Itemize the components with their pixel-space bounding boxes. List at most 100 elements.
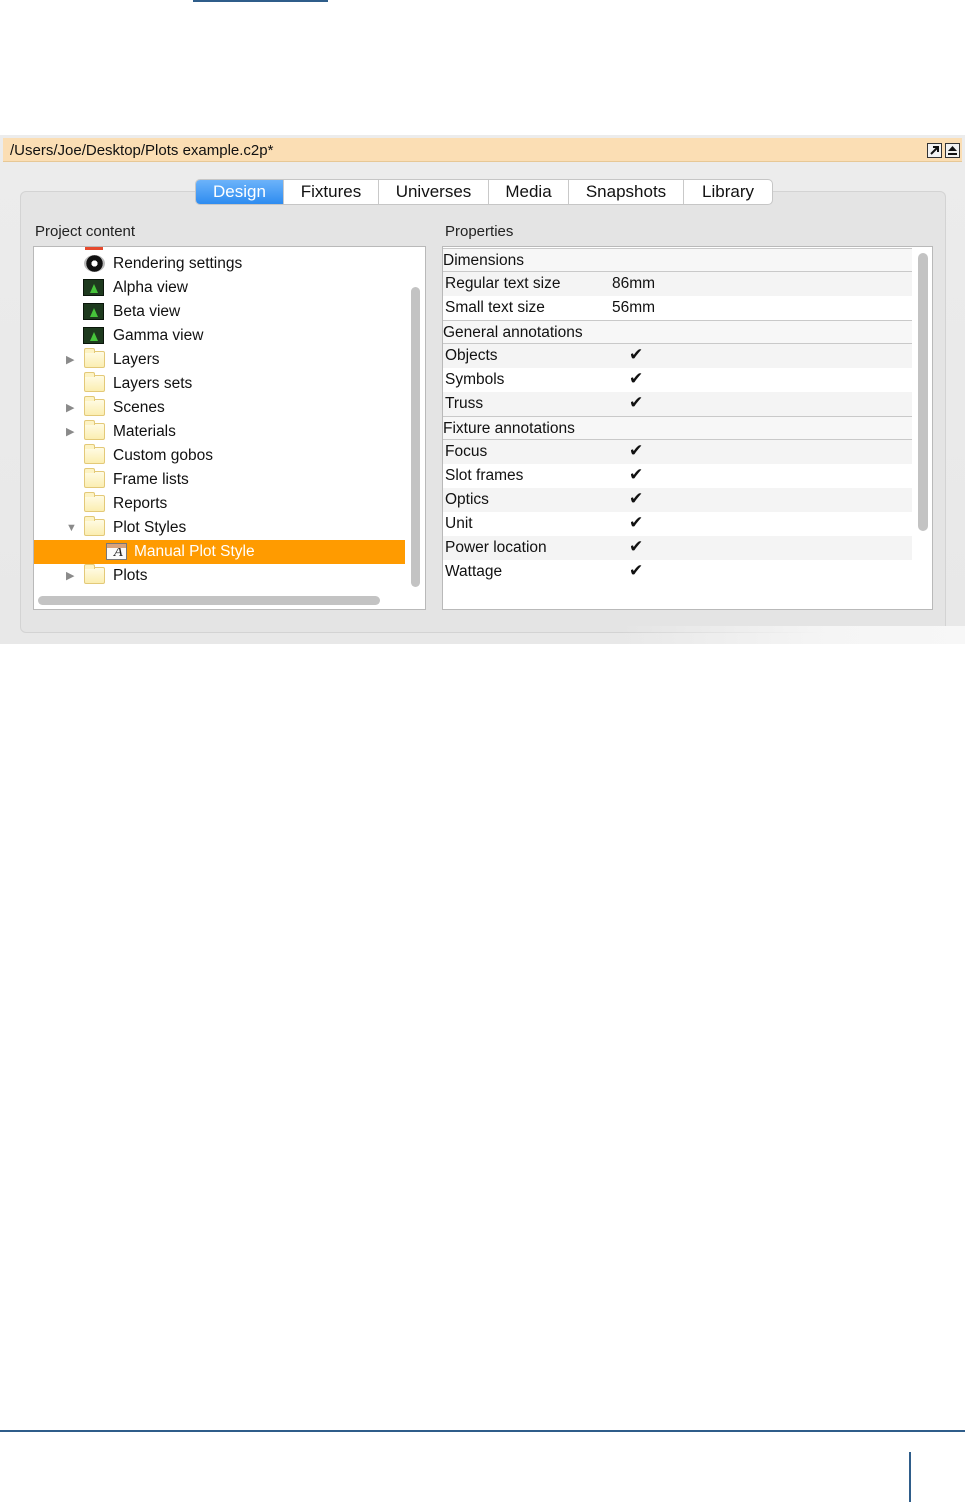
tree-item-frame-lists[interactable]: Frame lists xyxy=(34,468,405,492)
group-label: Fixture annotations xyxy=(443,420,575,437)
folder-icon xyxy=(84,492,105,512)
tree-item-plot-styles[interactable]: ▼ Plot Styles xyxy=(34,516,405,540)
group-label: General annotations xyxy=(443,324,583,341)
checkmark-icon[interactable]: ✔ xyxy=(629,369,643,389)
disclosure-right-icon[interactable]: ▶ xyxy=(66,426,78,438)
tree-item-custom-gobos[interactable]: Custom gobos xyxy=(34,444,405,468)
property-name: Unit xyxy=(445,515,473,532)
property-group-general-annotations: General annotations xyxy=(443,320,912,344)
checkmark-icon[interactable]: ✔ xyxy=(629,561,643,581)
rendering-settings-icon xyxy=(84,255,105,272)
tab-design[interactable]: Design xyxy=(196,180,284,204)
property-row-optics[interactable]: Optics ✔ xyxy=(443,488,912,512)
properties-vertical-scrollbar[interactable] xyxy=(918,253,928,531)
folder-icon xyxy=(84,516,105,536)
property-name: Regular text size xyxy=(445,275,561,292)
view-icon xyxy=(83,279,104,296)
folder-icon xyxy=(84,348,105,368)
view-icon xyxy=(83,303,104,320)
eject-icon[interactable] xyxy=(945,143,960,158)
tree-item-label: Reports xyxy=(113,495,168,512)
page-number-separator xyxy=(909,1452,911,1502)
property-name: Power location xyxy=(445,539,547,556)
property-name: Symbols xyxy=(445,371,505,388)
property-group-dimensions: Dimensions xyxy=(443,248,912,272)
tab-snapshots[interactable]: Snapshots xyxy=(569,180,684,204)
tab-fixtures[interactable]: Fixtures xyxy=(284,180,379,204)
checkmark-icon[interactable]: ✔ xyxy=(629,393,643,413)
checkmark-icon[interactable]: ✔ xyxy=(629,537,643,557)
tree-item-rendering-settings[interactable]: Rendering settings xyxy=(34,252,405,276)
property-name: Objects xyxy=(445,347,498,364)
tree-item-plots[interactable]: ▶ Plots xyxy=(34,564,405,588)
tree-horizontal-scrollbar[interactable] xyxy=(38,596,380,605)
tree-item-gamma-view[interactable]: Gamma view xyxy=(34,324,405,348)
folder-icon xyxy=(84,396,105,416)
property-row-focus[interactable]: Focus ✔ xyxy=(443,440,912,464)
tree-item-materials[interactable]: ▶ Materials xyxy=(34,420,405,444)
checkmark-icon[interactable]: ✔ xyxy=(629,465,643,485)
tree-item-label: Rendering settings xyxy=(113,255,243,272)
tree-item-label: Layers sets xyxy=(113,375,193,392)
properties-heading: Properties xyxy=(445,223,514,240)
app-window: /Users/Joe/Desktop/Plots example.c2p* De… xyxy=(0,135,965,644)
property-name: Truss xyxy=(445,395,484,412)
view-icon xyxy=(83,327,104,344)
property-row-small-text-size[interactable]: Small text size 56mm xyxy=(443,296,912,320)
top-link-underline xyxy=(193,0,328,2)
property-row-power-location[interactable]: Power location ✔ xyxy=(443,536,912,560)
property-row-wattage[interactable]: Wattage ✔ xyxy=(443,560,912,584)
property-group-fixture-annotations: Fixture annotations xyxy=(443,416,912,440)
tree-item-alpha-view[interactable]: Alpha view xyxy=(34,276,405,300)
tree-item-manual-plot-style[interactable]: Manual Plot Style xyxy=(34,540,405,564)
tree-item-beta-view[interactable]: Beta view xyxy=(34,300,405,324)
property-row-unit[interactable]: Unit ✔ xyxy=(443,512,912,536)
checkmark-icon[interactable]: ✔ xyxy=(629,489,643,509)
disclosure-right-icon[interactable]: ▶ xyxy=(66,354,78,366)
property-row-objects[interactable]: Objects ✔ xyxy=(443,344,912,368)
disclosure-right-icon[interactable]: ▶ xyxy=(66,402,78,414)
property-row-symbols[interactable]: Symbols ✔ xyxy=(443,368,912,392)
project-content-heading: Project content xyxy=(35,223,136,240)
tree-vertical-scrollbar[interactable] xyxy=(411,287,420,587)
tree-item-scenes[interactable]: ▶ Scenes xyxy=(34,396,405,420)
tree-item-label: Manual Plot Style xyxy=(134,543,255,560)
tab-bar: Design Fixtures Universes Media Snapshot… xyxy=(195,179,773,205)
property-row-truss[interactable]: Truss ✔ xyxy=(443,392,912,416)
properties-table: Dimensions Regular text size 86mm Small … xyxy=(442,246,933,610)
group-label: Dimensions xyxy=(443,252,524,269)
checkmark-icon[interactable]: ✔ xyxy=(629,513,643,533)
property-row-regular-text-size[interactable]: Regular text size 86mm xyxy=(443,272,912,296)
title-bar: /Users/Joe/Desktop/Plots example.c2p* xyxy=(3,138,962,162)
tree-item-reports[interactable]: Reports xyxy=(34,492,405,516)
tree-item-label: Plots xyxy=(113,567,148,584)
property-name: Optics xyxy=(445,491,489,508)
tree-item-label: Materials xyxy=(113,423,176,440)
tree-item-label: Scenes xyxy=(113,399,165,416)
panel-fade xyxy=(620,626,965,644)
tree-item-label: Gamma view xyxy=(113,327,204,344)
disclosure-down-icon[interactable]: ▼ xyxy=(66,522,78,534)
tree-item-layers[interactable]: ▶ Layers xyxy=(34,348,405,372)
folder-icon xyxy=(84,468,105,488)
tree-item-label: Layers xyxy=(113,351,160,368)
file-path-title: /Users/Joe/Desktop/Plots example.c2p* xyxy=(10,142,274,159)
page-footer-rule xyxy=(0,1430,965,1432)
property-value[interactable]: 86mm xyxy=(612,275,655,293)
property-name: Focus xyxy=(445,443,488,460)
project-tree[interactable]: Rendering settings Alpha view Beta view … xyxy=(33,246,426,610)
tab-library[interactable]: Library xyxy=(684,180,772,204)
pop-out-icon[interactable] xyxy=(927,143,942,158)
tree-item-label: Frame lists xyxy=(113,471,189,488)
property-value[interactable]: 56mm xyxy=(612,299,655,317)
checkmark-icon[interactable]: ✔ xyxy=(629,345,643,365)
tab-universes[interactable]: Universes xyxy=(379,180,489,204)
property-row-slot-frames[interactable]: Slot frames ✔ xyxy=(443,464,912,488)
tree-item-label: Beta view xyxy=(113,303,181,320)
folder-icon xyxy=(84,564,105,584)
tree-item-layers-sets[interactable]: Layers sets xyxy=(34,372,405,396)
folder-icon xyxy=(84,444,105,464)
disclosure-right-icon[interactable]: ▶ xyxy=(66,570,78,582)
checkmark-icon[interactable]: ✔ xyxy=(629,441,643,461)
tab-media[interactable]: Media xyxy=(489,180,569,204)
